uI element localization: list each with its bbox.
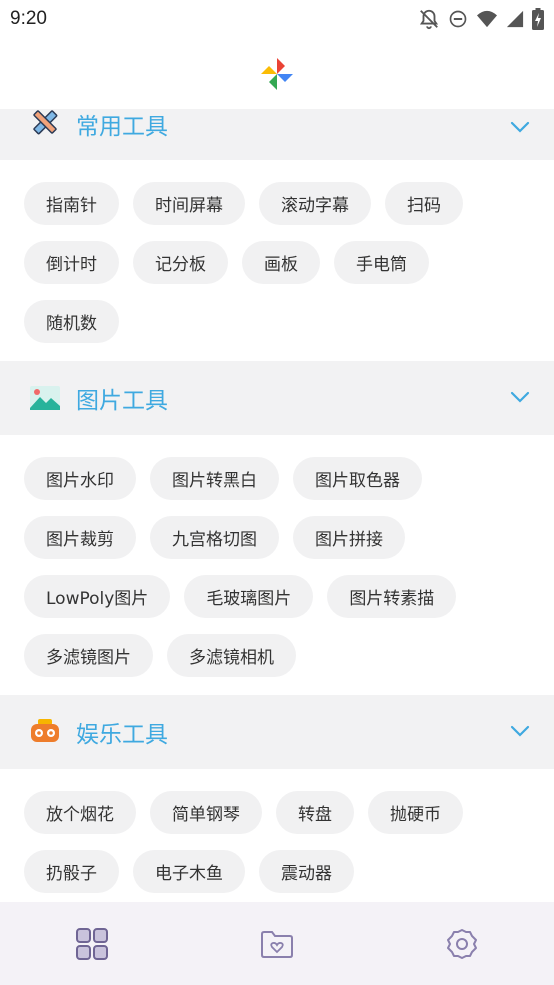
section-header-common-tools[interactable]: 常用工具	[0, 109, 554, 160]
tools-list[interactable]: 常用工具 指南针 时间屏幕 滚动字幕 扫码倒计时 记分板 画板 手电筒随机数 图片工具 图片…	[0, 109, 554, 902]
section-header-entertainment-tools[interactable]: 娱乐工具	[0, 695, 554, 769]
tool-chip[interactable]: 电子木鱼	[133, 850, 245, 893]
battery-charging-icon	[532, 8, 544, 30]
tool-chip[interactable]: 转盘	[276, 791, 354, 834]
chevron-down-icon[interactable]	[510, 725, 530, 737]
section-common-tools: 常用工具 指南针 时间屏幕 滚动字幕 扫码倒计时 记分板 画板 手电筒随机数	[0, 109, 554, 361]
tool-chip[interactable]: 画板	[242, 241, 320, 284]
tool-chip[interactable]: 毛玻璃图片	[184, 575, 314, 618]
section-title: 娱乐工具	[76, 722, 168, 748]
tool-chip[interactable]: 简单钢琴	[150, 791, 262, 834]
tool-chips: 图片水印 图片转黑白 图片取色器图片裁剪 九宫格切图 图片拼接 LowPoly图片 毛玻璃图…	[0, 435, 554, 695]
chevron-down-icon[interactable]	[510, 121, 530, 133]
tool-chip[interactable]: 图片转黑白	[150, 457, 279, 500]
tool-chip[interactable]: 扫码	[385, 182, 463, 225]
grid-apps-icon	[76, 927, 109, 960]
section-entertainment-tools: 娱乐工具 放个烟花 简单钢琴 转盘 抛硬币扔骰子 电子木鱼 震动器	[0, 695, 554, 902]
bell-off-icon	[419, 9, 439, 30]
tool-chip[interactable]: 九宫格切图	[150, 516, 279, 559]
folder-heart-icon	[260, 930, 293, 958]
game-controller-icon	[28, 715, 62, 749]
section-header-image-tools[interactable]: 图片工具	[0, 361, 554, 435]
chevron-down-icon[interactable]	[510, 391, 530, 403]
tool-chip[interactable]: 多滤镜相机	[167, 634, 296, 677]
wifi-icon	[477, 10, 497, 28]
tool-chip[interactable]: 图片转素描	[327, 575, 457, 618]
nav-tools-button[interactable]	[52, 914, 132, 974]
settings-gear-icon	[446, 928, 477, 959]
nav-favorites-button[interactable]	[237, 914, 317, 974]
app-header	[0, 38, 554, 109]
tool-chip[interactable]: 滚动字幕	[259, 182, 371, 225]
tool-chip[interactable]: 时间屏幕	[133, 182, 245, 225]
nav-settings-button[interactable]	[422, 914, 502, 974]
status-time: 9:20	[10, 8, 47, 29]
status-icons	[418, 8, 544, 30]
tool-chips: 放个烟花 简单钢琴 转盘 抛硬币扔骰子 电子木鱼 震动器	[0, 769, 554, 902]
landscape-image-icon	[28, 381, 62, 415]
section-title: 常用工具	[76, 114, 168, 140]
tool-chip[interactable]: 手电筒	[334, 241, 429, 284]
ruler-pencil-icon	[28, 109, 62, 139]
tool-chips: 指南针 时间屏幕 滚动字幕 扫码倒计时 记分板 画板 手电筒随机数	[0, 160, 554, 361]
tool-chip[interactable]: 扔骰子	[24, 850, 119, 893]
app-logo-icon	[261, 57, 293, 90]
bottom-nav	[0, 902, 554, 985]
tool-chip[interactable]: 倒计时	[24, 241, 119, 284]
tool-chip[interactable]: 指南针	[24, 182, 119, 225]
tool-chip[interactable]: 记分板	[133, 241, 228, 284]
section-title: 图片工具	[76, 388, 168, 414]
section-image-tools: 图片工具 图片水印 图片转黑白 图片取色器图片裁剪 九宫格切图 图片拼接 LowPoly图…	[0, 361, 554, 695]
tool-chip[interactable]: 多滤镜图片	[24, 634, 153, 677]
status-bar: 9:20	[0, 0, 554, 38]
tool-chip[interactable]: LowPoly图片	[24, 575, 171, 618]
tool-chip[interactable]: 图片取色器	[293, 457, 422, 500]
do-not-disturb-icon	[449, 10, 467, 28]
tool-chip[interactable]: 放个烟花	[24, 791, 136, 834]
tool-chip[interactable]: 震动器	[259, 850, 354, 893]
tool-chip[interactable]: 图片拼接	[293, 516, 405, 559]
cell-signal-icon	[506, 10, 524, 28]
tool-chip[interactable]: 随机数	[24, 300, 119, 343]
tool-chip[interactable]: 图片裁剪	[24, 516, 136, 559]
tool-chip[interactable]: 抛硬币	[368, 791, 463, 834]
tool-chip[interactable]: 图片水印	[24, 457, 136, 500]
